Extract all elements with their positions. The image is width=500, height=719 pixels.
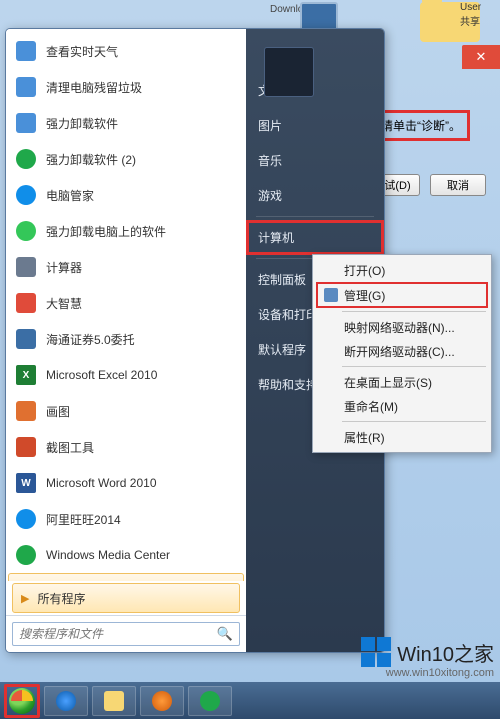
arrow-right-icon: ▶: [21, 592, 29, 605]
all-programs-label: 所有程序: [37, 590, 85, 607]
yingyongbao-icon: [15, 579, 39, 581]
context-menu-item[interactable]: 管理(G): [316, 282, 488, 308]
context-menu-item[interactable]: 映射网络驱动器(N)...: [316, 315, 488, 339]
program-label: 清理电脑残留垃圾: [46, 79, 142, 96]
taskbar-wmc[interactable]: [188, 686, 232, 716]
separator: [342, 421, 486, 422]
gear-icon: [323, 287, 339, 303]
user-folder-label: User 共享: [460, 2, 481, 28]
monitor-icon: [14, 327, 38, 351]
windows-orb-icon: [9, 688, 35, 714]
calculator-icon: [14, 255, 38, 279]
heart-icon: [14, 291, 38, 315]
search-icon: 🔍: [217, 626, 233, 642]
taskbar-explorer[interactable]: [92, 686, 136, 716]
separator: [342, 366, 486, 367]
start-menu-left: 查看实时天气清理电脑残留垃圾强力卸载软件强力卸载软件 (2) 电脑管家强力卸载电脑…: [6, 29, 246, 652]
context-menu-label: 打开(O): [344, 262, 385, 279]
shield-blue-icon: [14, 183, 38, 207]
program-item[interactable]: Windows Media Center: [8, 537, 244, 573]
program-item[interactable]: 阿里旺旺2014: [8, 501, 244, 537]
search-box[interactable]: 🔍: [12, 622, 240, 646]
wangwang-icon: [14, 507, 38, 531]
program-item[interactable]: 海通证券5.0委托: [8, 321, 244, 357]
search-input[interactable]: [19, 627, 217, 641]
program-label: 大智慧: [46, 295, 82, 312]
start-button[interactable]: [4, 684, 40, 718]
all-programs-button[interactable]: ▶ 所有程序: [12, 583, 240, 613]
program-item[interactable]: 强力卸载软件 (2): [8, 141, 244, 177]
program-label: 截图工具: [46, 439, 94, 456]
program-item[interactable]: 计算器: [8, 249, 244, 285]
program-label: 电脑管家: [46, 187, 94, 204]
program-item[interactable]: W Microsoft Word 2010: [8, 465, 244, 501]
context-menu-label: 映射网络驱动器(N)...: [344, 319, 455, 336]
wmc-icon: [14, 543, 38, 567]
context-menu-item[interactable]: 属性(R): [316, 425, 488, 449]
program-label: 强力卸载软件 (2): [46, 151, 136, 168]
context-menu-item[interactable]: 断开网络驱动器(C)...: [316, 339, 488, 363]
program-item[interactable]: 截图工具: [8, 429, 244, 465]
context-menu-label: 管理(G): [344, 287, 385, 304]
program-item[interactable]: 强力卸载电脑上的软件: [8, 213, 244, 249]
wmc-icon: [200, 691, 220, 711]
program-item[interactable]: X Microsoft Excel 2010: [8, 357, 244, 393]
shield-green-icon: [14, 147, 38, 171]
taskbar-wmp[interactable]: [140, 686, 184, 716]
excel-icon: X: [14, 363, 38, 387]
watermark: Win10之家 www.win10xitong.com: [361, 637, 494, 679]
program-item[interactable]: 画图: [8, 393, 244, 429]
program-label: 计算器: [46, 259, 82, 276]
word-icon: W: [14, 471, 38, 495]
context-menu-item[interactable]: 重命名(M): [316, 394, 488, 418]
right-pane-item[interactable]: 计算机: [246, 220, 384, 255]
context-menu-label: 重命名(M): [344, 398, 398, 415]
right-pane-item[interactable]: 音乐: [246, 143, 384, 178]
snip-icon: [14, 435, 38, 459]
paint-icon: [14, 399, 38, 423]
weather-icon: [14, 39, 38, 63]
separator: [256, 216, 374, 217]
close-icon[interactable]: ✕: [462, 45, 500, 69]
program-item[interactable]: 查看实时天气: [8, 33, 244, 69]
program-label: 查看实时天气: [46, 43, 118, 60]
program-label: 阿里旺旺2014: [46, 511, 121, 528]
program-label: 强力卸载电脑上的软件: [46, 223, 166, 240]
program-label: Windows Media Center: [46, 548, 170, 562]
ie-icon: [56, 691, 76, 711]
program-list: 查看实时天气清理电脑残留垃圾强力卸载软件强力卸载软件 (2) 电脑管家强力卸载电脑…: [6, 29, 246, 581]
windows-logo-icon: [361, 637, 391, 667]
program-item[interactable]: 清理电脑残留垃圾: [8, 69, 244, 105]
context-menu-label: 断开网络驱动器(C)...: [344, 343, 455, 360]
cancel-button[interactable]: 取消: [430, 174, 486, 196]
program-label: 海通证券5.0委托: [46, 331, 135, 348]
taskbar: [0, 682, 500, 719]
folder-icon: [104, 691, 124, 711]
user-avatar[interactable]: [264, 47, 314, 97]
dots-icon: [14, 219, 38, 243]
separator: [342, 311, 486, 312]
context-menu-label: 属性(R): [344, 429, 385, 446]
wmp-icon: [152, 691, 172, 711]
program-label: Microsoft Excel 2010: [46, 368, 157, 382]
context-menu-item[interactable]: 打开(O): [316, 258, 488, 282]
program-label: 画图: [46, 403, 70, 420]
program-item[interactable]: 大智慧: [8, 285, 244, 321]
right-pane-item[interactable]: 游戏: [246, 178, 384, 213]
taskbar-ie[interactable]: [44, 686, 88, 716]
context-menu-item[interactable]: 在桌面上显示(S): [316, 370, 488, 394]
context-menu-label: 在桌面上显示(S): [344, 374, 432, 391]
cleanup-icon: [14, 75, 38, 99]
uninstall-icon: [14, 111, 38, 135]
program-label: 强力卸载软件: [46, 115, 118, 132]
context-menu: 打开(O) 管理(G) 映射网络驱动器(N)... 断开网络驱动器(C)... 在桌面上…: [312, 254, 492, 453]
program-item[interactable]: 电脑管家: [8, 177, 244, 213]
program-item[interactable]: 强力卸载软件: [8, 105, 244, 141]
program-item[interactable]: 应用宝: [8, 573, 244, 581]
right-pane-item[interactable]: 图片: [246, 108, 384, 143]
program-label: Microsoft Word 2010: [46, 476, 157, 490]
